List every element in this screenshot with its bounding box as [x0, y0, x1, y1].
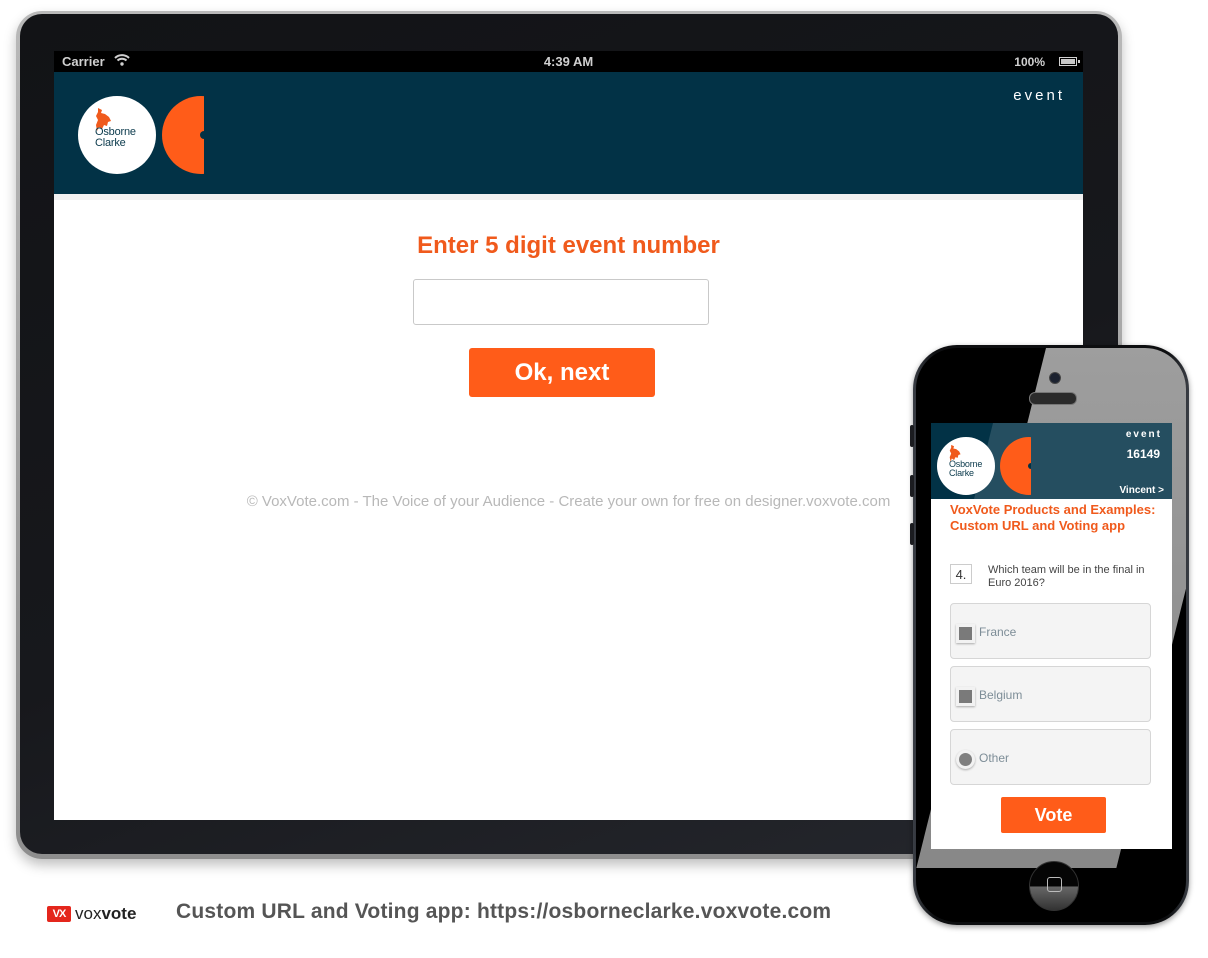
- checkbox-icon[interactable]: [956, 687, 975, 706]
- volume-down-button: [910, 523, 914, 545]
- option-belgium[interactable]: Belgium: [950, 666, 1151, 722]
- home-button[interactable]: [1029, 861, 1079, 911]
- user-menu-link[interactable]: Vincent >: [1119, 485, 1164, 496]
- option-label: France: [979, 625, 1017, 639]
- event-number: 16149: [1126, 447, 1160, 461]
- camera-icon: [1049, 372, 1061, 384]
- speaker-grille: [1029, 392, 1077, 405]
- orange-half-circle-logo: [162, 96, 204, 174]
- option-other[interactable]: Other: [950, 729, 1151, 785]
- volume-up-button: [910, 475, 914, 497]
- vote-button[interactable]: Vote: [1001, 797, 1106, 833]
- option-label: Other: [979, 751, 1010, 765]
- home-square-icon: [1047, 877, 1062, 892]
- option-france[interactable]: France: [950, 603, 1151, 659]
- battery-icon: [1059, 57, 1080, 66]
- osborne-clarke-logo: Osborne Clarke: [937, 437, 995, 495]
- osborne-clarke-logo: Osborne Clarke: [78, 96, 156, 174]
- event-title: VoxVote Products and Examples: Custom UR…: [950, 502, 1156, 533]
- ok-next-button[interactable]: Ok, next: [469, 348, 655, 397]
- orange-half-circle-logo: [1000, 437, 1031, 495]
- logo-line-2: Clarke: [949, 468, 974, 478]
- event-number-input[interactable]: [413, 279, 709, 325]
- battery-percent: 100%: [1014, 55, 1045, 69]
- option-label: Belgium: [979, 688, 1023, 702]
- brand-bold: vote: [101, 904, 137, 923]
- radio-icon[interactable]: [956, 750, 975, 769]
- event-number-prompt: Enter 5 digit event number: [417, 232, 720, 259]
- question-number: 4.: [950, 564, 972, 584]
- question-text: Which team will be in the final in Euro …: [988, 564, 1145, 589]
- caption-text: Custom URL and Voting app: https://osbor…: [176, 900, 832, 923]
- event-label: event: [1125, 429, 1162, 440]
- phone-screen: Osborne Clarke event 16149 Vincent > Vox…: [931, 423, 1172, 849]
- status-bar: Carrier 4:39 AM 100%: [54, 51, 1083, 72]
- phone-app-header: Osborne Clarke event 16149 Vincent >: [931, 423, 1172, 499]
- status-time: 4:39 AM: [543, 54, 594, 69]
- header-divider: [54, 194, 1083, 200]
- app-header: Osborne Clarke event: [54, 72, 1083, 194]
- checkbox-icon[interactable]: [956, 624, 975, 643]
- voxvote-logo-icon: VX: [47, 906, 71, 922]
- logo-line-2: Clarke: [95, 137, 126, 149]
- event-label: event: [1013, 87, 1065, 104]
- mute-switch: [910, 425, 914, 447]
- brand-light: vox: [75, 904, 102, 923]
